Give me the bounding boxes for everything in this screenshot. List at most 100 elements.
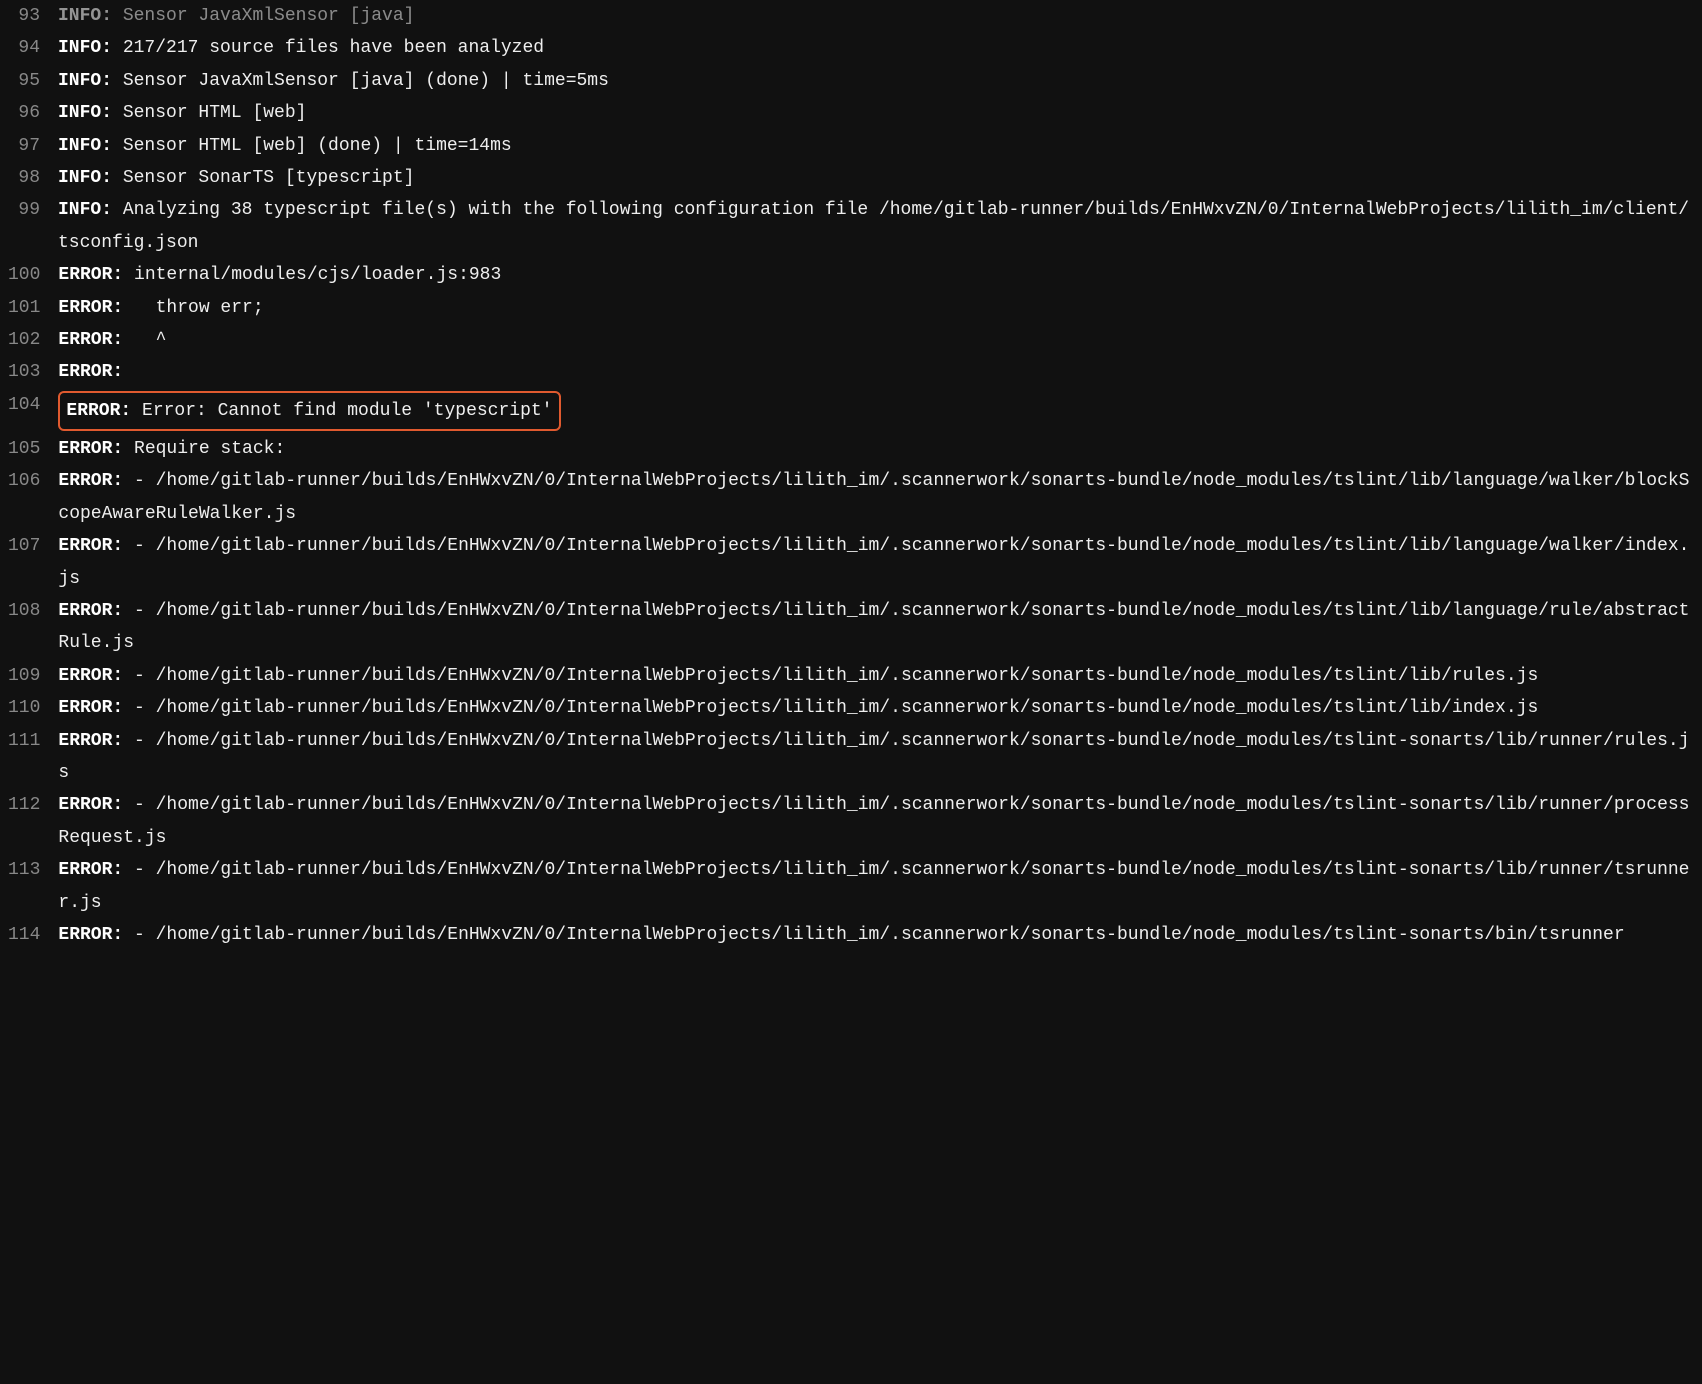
log-text: internal/modules/cjs/loader.js:983 bbox=[123, 265, 501, 285]
line-number: 110 bbox=[8, 692, 58, 724]
log-text: - /home/gitlab-runner/builds/EnHWxvZN/0/… bbox=[123, 666, 1538, 686]
log-text: Require stack: bbox=[123, 439, 285, 459]
log-prefix: INFO: bbox=[58, 71, 112, 91]
log-content: ERROR: ^ bbox=[58, 324, 1694, 356]
line-number: 93 bbox=[8, 0, 58, 32]
log-line[interactable]: 100ERROR: internal/modules/cjs/loader.js… bbox=[0, 259, 1702, 291]
line-number: 103 bbox=[8, 356, 58, 388]
log-content: ERROR: - /home/gitlab-runner/builds/EnHW… bbox=[58, 919, 1694, 951]
log-line[interactable]: 110ERROR: - /home/gitlab-runner/builds/E… bbox=[0, 692, 1702, 724]
log-line[interactable]: 103ERROR: bbox=[0, 356, 1702, 388]
log-text: Sensor JavaXmlSensor [java] (done) | tim… bbox=[112, 71, 609, 91]
log-content: ERROR: internal/modules/cjs/loader.js:98… bbox=[58, 259, 1694, 291]
highlighted-error: ERROR: Error: Cannot find module 'typesc… bbox=[58, 391, 560, 431]
log-text: - /home/gitlab-runner/builds/EnHWxvZN/0/… bbox=[58, 795, 1689, 847]
log-text: Sensor SonarTS [typescript] bbox=[112, 168, 414, 188]
log-line[interactable]: 106ERROR: - /home/gitlab-runner/builds/E… bbox=[0, 465, 1702, 530]
log-prefix: ERROR: bbox=[58, 362, 123, 382]
log-line[interactable]: 93INFO: Sensor JavaXmlSensor [java] bbox=[0, 0, 1702, 32]
log-text: - /home/gitlab-runner/builds/EnHWxvZN/0/… bbox=[123, 925, 1624, 945]
log-text: throw err; bbox=[123, 298, 263, 318]
log-content: ERROR: - /home/gitlab-runner/builds/EnHW… bbox=[58, 660, 1694, 692]
log-text: - /home/gitlab-runner/builds/EnHWxvZN/0/… bbox=[123, 698, 1538, 718]
log-text: - /home/gitlab-runner/builds/EnHWxvZN/0/… bbox=[58, 601, 1689, 653]
line-number: 113 bbox=[8, 854, 58, 886]
line-number: 102 bbox=[8, 324, 58, 356]
log-line[interactable]: 108ERROR: - /home/gitlab-runner/builds/E… bbox=[0, 595, 1702, 660]
log-prefix: ERROR: bbox=[58, 330, 123, 350]
log-line[interactable]: 95INFO: Sensor JavaXmlSensor [java] (don… bbox=[0, 65, 1702, 97]
log-text: 217/217 source files have been analyzed bbox=[112, 38, 544, 58]
line-number: 96 bbox=[8, 97, 58, 129]
line-number: 98 bbox=[8, 162, 58, 194]
log-line[interactable]: 99INFO: Analyzing 38 typescript file(s) … bbox=[0, 194, 1702, 259]
log-line[interactable]: 98INFO: Sensor SonarTS [typescript] bbox=[0, 162, 1702, 194]
log-content: INFO: 217/217 source files have been ana… bbox=[58, 32, 1694, 64]
log-line[interactable]: 112ERROR: - /home/gitlab-runner/builds/E… bbox=[0, 789, 1702, 854]
log-line[interactable]: 114ERROR: - /home/gitlab-runner/builds/E… bbox=[0, 919, 1702, 951]
log-prefix: ERROR: bbox=[66, 401, 131, 421]
line-number: 99 bbox=[8, 194, 58, 226]
log-content: ERROR: - /home/gitlab-runner/builds/EnHW… bbox=[58, 854, 1694, 919]
log-content: INFO: Sensor HTML [web] bbox=[58, 97, 1694, 129]
log-prefix: ERROR: bbox=[58, 731, 123, 751]
log-prefix: ERROR: bbox=[58, 795, 123, 815]
log-line[interactable]: 96INFO: Sensor HTML [web] bbox=[0, 97, 1702, 129]
log-prefix: INFO: bbox=[58, 6, 112, 26]
log-content: ERROR: - /home/gitlab-runner/builds/EnHW… bbox=[58, 725, 1694, 790]
log-prefix: ERROR: bbox=[58, 298, 123, 318]
line-number: 114 bbox=[8, 919, 58, 951]
log-line[interactable]: 101ERROR: throw err; bbox=[0, 292, 1702, 324]
log-line[interactable]: 105ERROR: Require stack: bbox=[0, 433, 1702, 465]
log-prefix: ERROR: bbox=[58, 536, 123, 556]
log-line[interactable]: 104ERROR: Error: Cannot find module 'typ… bbox=[0, 389, 1702, 433]
log-line[interactable]: 94INFO: 217/217 source files have been a… bbox=[0, 32, 1702, 64]
log-prefix: ERROR: bbox=[58, 601, 123, 621]
log-content: ERROR: bbox=[58, 356, 1694, 388]
line-number: 97 bbox=[8, 130, 58, 162]
log-prefix: INFO: bbox=[58, 168, 112, 188]
line-number: 104 bbox=[8, 389, 58, 421]
log-prefix: ERROR: bbox=[58, 698, 123, 718]
log-text: Sensor HTML [web] bbox=[112, 103, 306, 123]
log-content: INFO: Analyzing 38 typescript file(s) wi… bbox=[58, 194, 1694, 259]
log-content: ERROR: Error: Cannot find module 'typesc… bbox=[58, 389, 1694, 433]
log-content: INFO: Sensor JavaXmlSensor [java] (done)… bbox=[58, 65, 1694, 97]
log-line[interactable]: 102ERROR: ^ bbox=[0, 324, 1702, 356]
log-line[interactable]: 109ERROR: - /home/gitlab-runner/builds/E… bbox=[0, 660, 1702, 692]
log-prefix: ERROR: bbox=[58, 925, 123, 945]
log-prefix: ERROR: bbox=[58, 439, 123, 459]
line-number: 94 bbox=[8, 32, 58, 64]
log-line[interactable]: 111ERROR: - /home/gitlab-runner/builds/E… bbox=[0, 725, 1702, 790]
log-text: - /home/gitlab-runner/builds/EnHWxvZN/0/… bbox=[58, 471, 1689, 523]
log-line[interactable]: 113ERROR: - /home/gitlab-runner/builds/E… bbox=[0, 854, 1702, 919]
line-number: 109 bbox=[8, 660, 58, 692]
log-content: INFO: Sensor SonarTS [typescript] bbox=[58, 162, 1694, 194]
log-line[interactable]: 107ERROR: - /home/gitlab-runner/builds/E… bbox=[0, 530, 1702, 595]
log-text: - /home/gitlab-runner/builds/EnHWxvZN/0/… bbox=[58, 860, 1689, 912]
log-content: ERROR: Require stack: bbox=[58, 433, 1694, 465]
log-line[interactable]: 97INFO: Sensor HTML [web] (done) | time=… bbox=[0, 130, 1702, 162]
log-content: INFO: Sensor JavaXmlSensor [java] bbox=[58, 0, 1694, 32]
log-prefix: INFO: bbox=[58, 136, 112, 156]
log-text: Sensor JavaXmlSensor [java] bbox=[112, 6, 414, 26]
line-number: 95 bbox=[8, 65, 58, 97]
log-text: Sensor HTML [web] (done) | time=14ms bbox=[112, 136, 512, 156]
log-content: ERROR: throw err; bbox=[58, 292, 1694, 324]
log-prefix: ERROR: bbox=[58, 860, 123, 880]
log-content: INFO: Sensor HTML [web] (done) | time=14… bbox=[58, 130, 1694, 162]
log-output: 93INFO: Sensor JavaXmlSensor [java]94INF… bbox=[0, 0, 1702, 951]
log-text: Error: Cannot find module 'typescript' bbox=[131, 401, 552, 421]
line-number: 112 bbox=[8, 789, 58, 821]
log-content: ERROR: - /home/gitlab-runner/builds/EnHW… bbox=[58, 465, 1694, 530]
line-number: 107 bbox=[8, 530, 58, 562]
log-text: - /home/gitlab-runner/builds/EnHWxvZN/0/… bbox=[58, 731, 1689, 783]
log-text: - /home/gitlab-runner/builds/EnHWxvZN/0/… bbox=[58, 536, 1689, 588]
log-prefix: ERROR: bbox=[58, 265, 123, 285]
log-text: Analyzing 38 typescript file(s) with the… bbox=[58, 200, 1689, 252]
log-prefix: INFO: bbox=[58, 38, 112, 58]
line-number: 108 bbox=[8, 595, 58, 627]
line-number: 111 bbox=[8, 725, 58, 757]
line-number: 100 bbox=[8, 259, 58, 291]
line-number: 101 bbox=[8, 292, 58, 324]
